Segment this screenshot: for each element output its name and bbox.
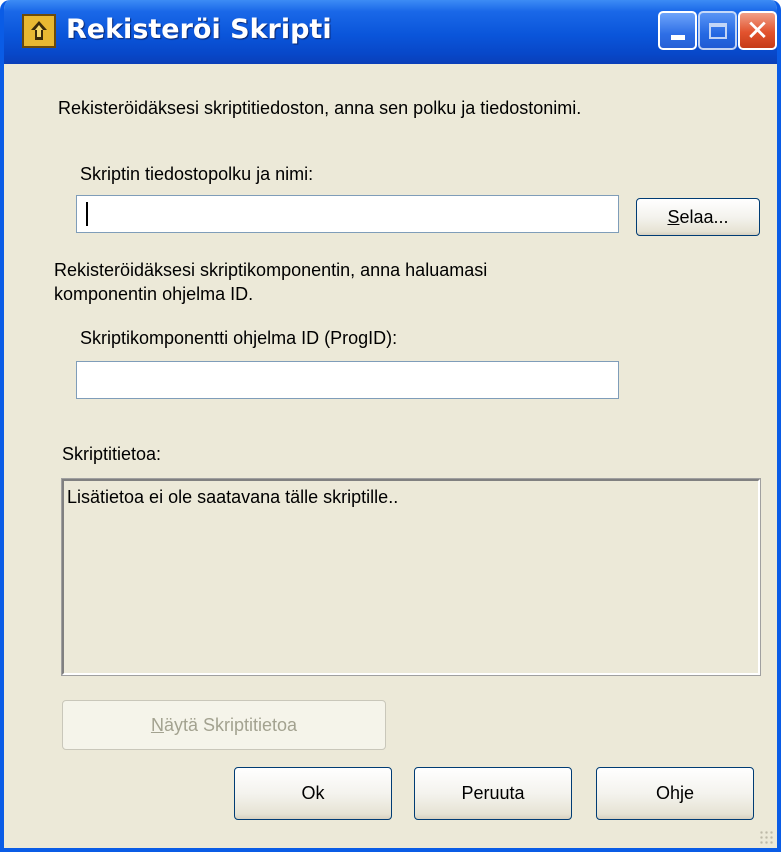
text-caret — [86, 202, 88, 226]
minimize-button[interactable] — [658, 11, 697, 50]
show-info-label: äytä Skriptitietoa — [163, 714, 298, 735]
window-title: Rekisteröi Skripti — [66, 14, 332, 45]
maximize-icon — [708, 22, 727, 39]
script-info-label: Skriptitietoa: — [62, 444, 162, 464]
ok-button[interactable]: Ok — [234, 767, 392, 820]
cancel-button[interactable]: Peruuta — [414, 767, 572, 820]
intro-text: Rekisteröidäksesi skriptitiedoston, anna… — [58, 98, 582, 118]
script-app-icon — [22, 14, 56, 48]
script-path-input[interactable] — [76, 195, 619, 233]
resize-grip[interactable] — [759, 830, 773, 844]
show-info-mnemonic: N — [150, 714, 164, 735]
maximize-button[interactable] — [698, 11, 737, 50]
dialog-window: Rekisteröi Skripti ✕ Rekisteröidäksesi s… — [0, 0, 781, 852]
component-text-line2: komponentin ohjelma ID. — [54, 284, 254, 304]
help-label: Ohje — [655, 783, 695, 803]
minimize-icon — [670, 35, 685, 40]
script-info-text: Lisätietoa ei ole saatavana tälle skript… — [67, 487, 399, 507]
browse-mnemonic: S — [667, 206, 680, 227]
ok-label: Ok — [301, 783, 325, 803]
title-bar[interactable]: Rekisteröi Skripti ✕ — [4, 0, 777, 64]
browse-button[interactable]: Selaa... — [636, 198, 760, 236]
help-button[interactable]: Ohje — [596, 767, 754, 820]
show-script-info-button[interactable]: Näytä Skriptitietoa — [62, 700, 386, 750]
close-button[interactable]: ✕ — [738, 11, 777, 50]
path-field-label: Skriptin tiedostopolku ja nimi: — [80, 164, 314, 184]
script-info-box: Lisätietoa ei ole saatavana tälle skript… — [61, 478, 761, 676]
component-text-line1: Rekisteröidäksesi skriptikomponentin, an… — [54, 260, 488, 280]
cancel-label: Peruuta — [461, 783, 525, 803]
close-icon: ✕ — [745, 13, 770, 47]
progid-field-label: Skriptikomponentti ohjelma ID (ProgID): — [80, 328, 398, 348]
progid-input[interactable] — [76, 361, 619, 399]
browse-label: elaa... — [679, 206, 729, 227]
